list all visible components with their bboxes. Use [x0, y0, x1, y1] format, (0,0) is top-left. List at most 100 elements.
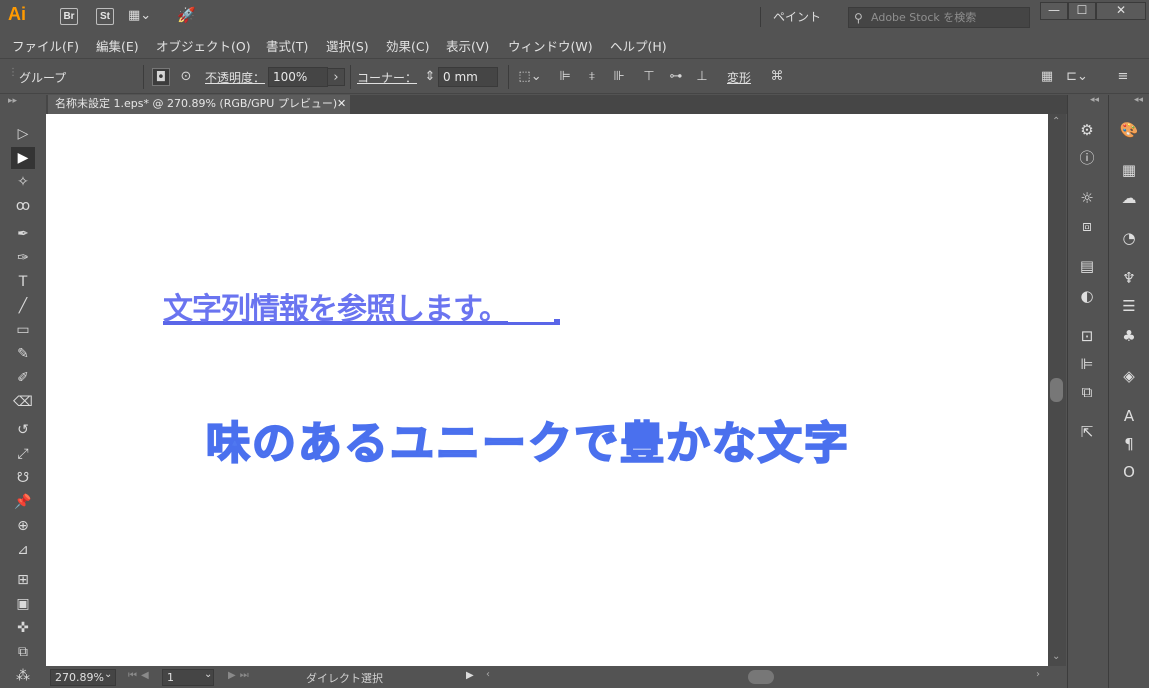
corner-input[interactable]: 0 mm — [438, 67, 498, 87]
collapse-panels-2-icon[interactable]: ◂◂ — [1134, 95, 1143, 105]
menu-type[interactable]: 書式(T) — [266, 36, 308, 55]
opacity-chevron-icon[interactable]: › — [327, 68, 345, 86]
transform-link[interactable]: 変形 — [727, 69, 751, 86]
next-last-artboard-icon[interactable]: ▶⏭ — [228, 670, 253, 681]
corner-stepper-icon[interactable]: ⇕ — [423, 68, 437, 86]
align-top-icon[interactable]: ⊤ — [640, 68, 658, 86]
isolate-group-icon[interactable]: ◘ — [152, 68, 170, 86]
eraser-tool-icon[interactable]: ⌫ — [11, 391, 35, 413]
cc-libraries-icon[interactable]: ☁ — [1117, 187, 1141, 209]
corner-label[interactable]: コーナー： — [357, 69, 417, 86]
scroll-up-icon[interactable]: ⌃ — [1052, 116, 1060, 127]
arrange-documents-icon[interactable]: ▦⌄ — [128, 8, 158, 24]
color-guide-icon[interactable]: ◔ — [1117, 227, 1141, 249]
collapse-panels-icon[interactable]: ◂◂ — [1090, 95, 1099, 105]
character-icon[interactable]: A — [1117, 405, 1141, 427]
transparency-icon[interactable]: ◐ — [1075, 285, 1099, 307]
maximize-button[interactable]: ☐ — [1068, 2, 1096, 20]
artboard-canvas[interactable]: 文字列情報を参照します。 味のあるユニークで豊かな文字 — [46, 114, 1048, 666]
puppet-warp-tool-icon[interactable]: 📌 — [11, 491, 35, 513]
menu-select[interactable]: 選択(S) — [326, 36, 369, 55]
gradient-tool-icon[interactable]: ▣ — [11, 593, 35, 615]
rectangle-tool-icon[interactable]: ▭ — [11, 319, 35, 341]
opacity-label[interactable]: 不透明度： — [205, 69, 265, 86]
first-prev-artboard-icon[interactable]: ⏮◀ — [128, 670, 153, 681]
align-center-icon[interactable]: ⧧ — [583, 68, 601, 86]
workspace-switcher[interactable]: ペイント ⌄ — [760, 7, 832, 44]
properties-icon[interactable]: ⚙ — [1075, 119, 1099, 141]
align-bottom-icon[interactable]: ⊥ — [693, 68, 711, 86]
pen-tool-icon[interactable]: ✒ — [11, 223, 35, 245]
shape-builder-tool-icon[interactable]: ⊕ — [11, 515, 35, 537]
color-palette-icon[interactable]: 🎨 — [1117, 119, 1141, 141]
align-to-icon[interactable]: ⬚⌄ — [518, 68, 542, 86]
rotate-tool-icon[interactable]: ↺ — [11, 419, 35, 441]
pathfinder-panel-icon[interactable]: ⧉ — [1075, 381, 1099, 403]
info-icon[interactable]: ⓘ — [1075, 147, 1099, 169]
blend-tool-icon[interactable]: ⧉ — [11, 641, 35, 663]
arrange-icon[interactable]: ▦ — [1038, 68, 1056, 86]
scale-tool-icon[interactable]: ⤢ — [11, 443, 35, 465]
zoom-dropdown-icon[interactable]: ⌄ — [104, 669, 112, 680]
lasso-tool-icon[interactable]: ꝏ — [11, 195, 35, 217]
bridge-button[interactable]: Br — [60, 8, 78, 25]
warp-tool-icon[interactable]: ☋ — [11, 467, 35, 489]
horizontal-scroll-thumb[interactable] — [748, 670, 774, 684]
opentype-icon[interactable]: O — [1117, 461, 1141, 483]
recolor-artwork-icon[interactable]: ⌘ — [768, 68, 786, 86]
align-left-icon[interactable]: ⊫ — [556, 68, 574, 86]
swatches-icon[interactable]: ▦ — [1117, 159, 1141, 181]
paintbrush-tool-icon[interactable]: ✎ — [11, 343, 35, 365]
menu-window[interactable]: ウィンドウ(W) — [508, 36, 593, 55]
perspective-grid-tool-icon[interactable]: ⊿ — [11, 539, 35, 561]
close-tab-icon[interactable]: ✕ — [337, 95, 346, 113]
shaper-tool-icon[interactable]: ✐ — [11, 367, 35, 389]
gpu-performance-icon[interactable]: 🚀 — [177, 6, 196, 24]
magic-wand-tool-icon[interactable]: ✧ — [11, 171, 35, 193]
vertical-scrollbar[interactable]: ⌃ ⌄ — [1048, 114, 1066, 666]
gradient-panel-icon[interactable]: ▤ — [1075, 255, 1099, 277]
scroll-left-icon[interactable]: ‹ — [486, 669, 490, 680]
menu-edit[interactable]: 編集(E) — [96, 36, 139, 55]
stroke-icon[interactable]: ☰ — [1117, 295, 1141, 317]
paragraph-icon[interactable]: ¶ — [1117, 433, 1141, 455]
menu-help[interactable]: ヘルプ(H) — [610, 36, 667, 55]
type-tool-icon[interactable]: T — [11, 271, 35, 293]
transform-icon[interactable]: ⧈ — [1075, 215, 1099, 237]
line-tool-icon[interactable]: ╱ — [11, 295, 35, 317]
anchor-point[interactable] — [554, 319, 560, 325]
reference-point-icon[interactable]: ⊙ — [177, 68, 195, 86]
document-tab[interactable]: 名称未設定 1.eps* @ 270.89% (RGB/GPU プレビュー) ✕ — [48, 95, 350, 114]
menu-effect[interactable]: 効果(C) — [386, 36, 429, 55]
minimize-button[interactable]: — — [1040, 2, 1068, 20]
scroll-right-icon[interactable]: › — [1036, 669, 1040, 680]
eyedropper-tool-icon[interactable]: ✜ — [11, 617, 35, 639]
vertical-scroll-thumb[interactable] — [1050, 378, 1063, 402]
collapse-icon[interactable]: ▸▸ — [8, 96, 17, 106]
symbols-icon[interactable]: ♣ — [1117, 325, 1141, 347]
curvature-tool-icon[interactable]: ✑ — [11, 247, 35, 269]
menu-file[interactable]: ファイル(F) — [12, 36, 79, 55]
pathfinder-icon[interactable]: ⊏⌄ — [1064, 68, 1090, 86]
selection-tool-icon[interactable]: ▷ — [11, 123, 35, 145]
layers-icon[interactable]: ◈ — [1117, 365, 1141, 387]
status-menu-icon[interactable]: ▶ — [466, 670, 474, 681]
mesh-tool-icon[interactable]: ⊞ — [11, 569, 35, 591]
menu-object[interactable]: オブジェクト(O) — [156, 36, 251, 55]
stock-search-input[interactable]: ⚲ Adobe Stock を検索 — [848, 7, 1030, 28]
align-panel-icon[interactable]: ⊫ — [1075, 353, 1099, 375]
text-object-2[interactable]: 味のあるユニークで豊かな文字 — [205, 407, 850, 471]
align-middle-icon[interactable]: ⊶ — [667, 68, 685, 86]
stock-button[interactable]: St — [96, 8, 114, 25]
scroll-down-icon[interactable]: ⌄ — [1052, 651, 1060, 662]
symbol-sprayer-tool-icon[interactable]: ⁂ — [11, 665, 35, 687]
menu-view[interactable]: 表示(V) — [446, 36, 489, 55]
opacity-input[interactable]: 100% — [268, 67, 328, 87]
brushes-icon[interactable]: ♆ — [1117, 267, 1141, 289]
panel-menu-icon[interactable]: ≡ — [1114, 68, 1132, 86]
align-right-icon[interactable]: ⊪ — [610, 68, 628, 86]
appearance-icon[interactable]: ☼ — [1075, 187, 1099, 209]
close-button[interactable]: ✕ — [1096, 2, 1146, 20]
artboard-dropdown-icon[interactable]: ⌄ — [204, 669, 212, 680]
export-icon[interactable]: ⇱ — [1075, 421, 1099, 443]
